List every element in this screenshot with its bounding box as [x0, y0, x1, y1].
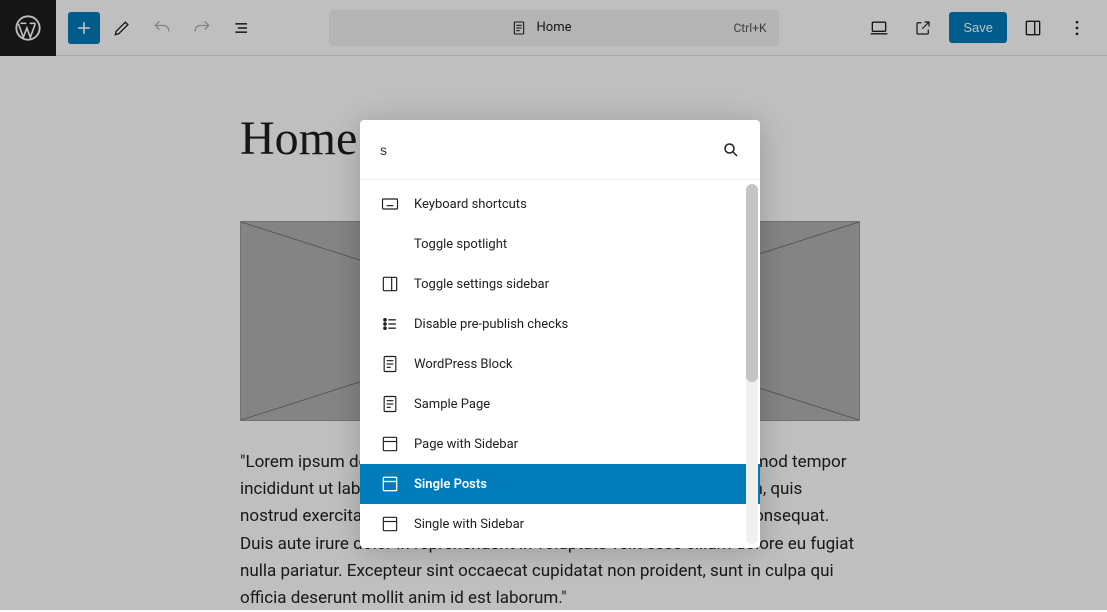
command-item-label: WordPress Block: [414, 357, 512, 372]
command-item-label: Toggle spotlight: [414, 237, 507, 252]
page-icon: [380, 394, 400, 414]
command-search-input[interactable]: [380, 142, 722, 158]
command-item-label: Keyboard shortcuts: [414, 197, 527, 212]
command-item-single-posts[interactable]: Single Posts: [360, 464, 760, 504]
command-item-label: Disable pre-publish checks: [414, 317, 568, 332]
layout-icon: [380, 434, 400, 454]
search-icon: [722, 141, 740, 159]
palette-scroll-thumb[interactable]: [746, 184, 758, 382]
layout-icon: [380, 514, 400, 534]
command-item-label: Sample Page: [414, 397, 490, 412]
command-item-wordpress-block[interactable]: WordPress Block: [360, 344, 760, 384]
sidebar-icon: [380, 274, 400, 294]
command-item-label: Single with Sidebar: [414, 517, 524, 532]
command-item-label: Toggle settings sidebar: [414, 277, 549, 292]
page-icon: [380, 354, 400, 374]
command-search-row: [360, 120, 760, 180]
command-item-page-with-sidebar[interactable]: Page with Sidebar: [360, 424, 760, 464]
command-item-toggle-spotlight[interactable]: Toggle spotlight: [360, 224, 760, 264]
command-item-disable-prepublish[interactable]: Disable pre-publish checks: [360, 304, 760, 344]
command-item-toggle-settings-sidebar[interactable]: Toggle settings sidebar: [360, 264, 760, 304]
layout-icon: [380, 474, 400, 494]
command-item-keyboard-shortcuts[interactable]: Keyboard shortcuts: [360, 184, 760, 224]
command-item-label: Page with Sidebar: [414, 437, 518, 452]
command-item-sample-page[interactable]: Sample Page: [360, 384, 760, 424]
command-results-list: Keyboard shortcuts Toggle spotlight Togg…: [360, 180, 760, 548]
command-item-label: Single Posts: [414, 477, 487, 492]
palette-scrollbar[interactable]: [746, 184, 758, 544]
blank-icon: [380, 234, 400, 254]
command-palette: Keyboard shortcuts Toggle spotlight Togg…: [360, 120, 760, 548]
checklist-icon: [380, 314, 400, 334]
command-item-single-with-sidebar[interactable]: Single with Sidebar: [360, 504, 760, 544]
keyboard-icon: [380, 194, 400, 214]
